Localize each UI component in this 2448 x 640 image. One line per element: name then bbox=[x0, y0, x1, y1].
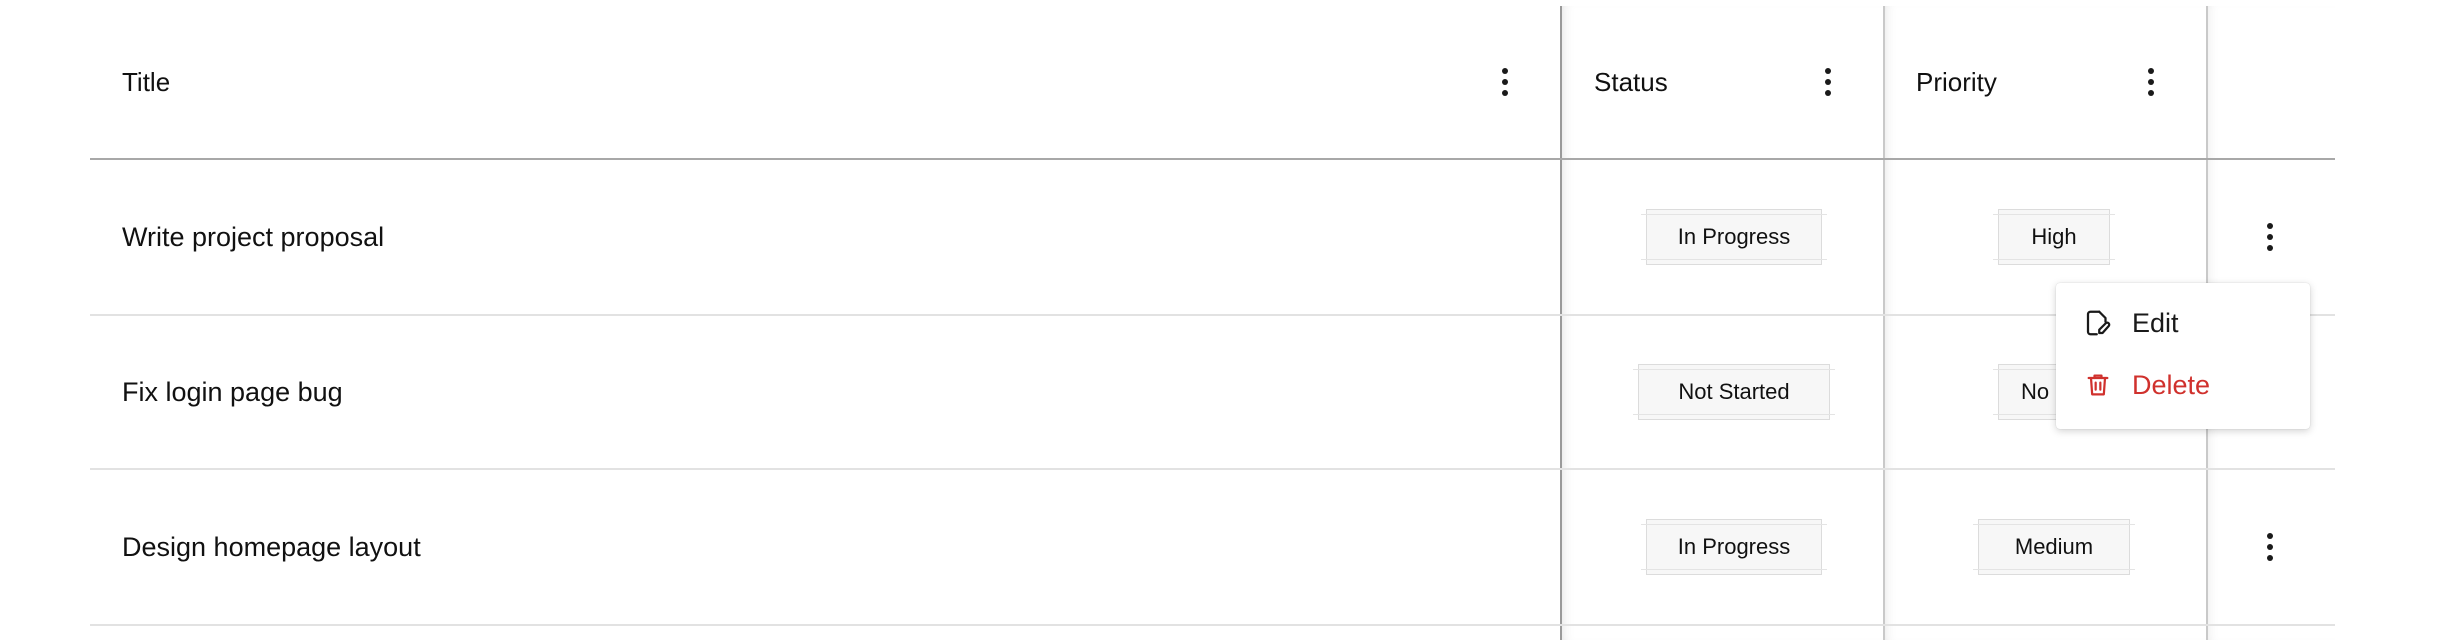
column-header-status[interactable]: Status bbox=[1594, 6, 1668, 158]
edit-note-icon bbox=[2082, 307, 2114, 339]
column-header-priority[interactable]: Priority bbox=[1916, 6, 1997, 158]
row-actions-menu: Edit Delete bbox=[2056, 283, 2310, 429]
edit-menu-label: Edit bbox=[2132, 307, 2179, 338]
priority-column-menu-icon[interactable] bbox=[2131, 62, 2171, 102]
header-row: Title Status Priority bbox=[90, 6, 2335, 158]
column-header-priority-label: Priority bbox=[1916, 66, 1997, 97]
row-actions-menu-icon[interactable] bbox=[2250, 527, 2290, 567]
title-column-menu-icon[interactable] bbox=[1485, 62, 1525, 102]
status-chip: Not Started bbox=[1633, 364, 1835, 420]
priority-chip: Medium bbox=[1973, 519, 2135, 575]
status-chip: In Progress bbox=[1641, 209, 1827, 265]
column-header-title[interactable]: Title bbox=[122, 6, 170, 158]
delete-menu-label: Delete bbox=[2132, 369, 2211, 400]
data-table: Title Status Priority Write project prop… bbox=[90, 0, 2335, 640]
row-title: Write project proposal bbox=[122, 221, 385, 252]
row-title: Design homepage layout bbox=[122, 531, 421, 562]
priority-chip: High bbox=[1993, 209, 2115, 265]
row-actions-menu-icon[interactable] bbox=[2250, 217, 2290, 257]
status-chip: In Progress bbox=[1641, 519, 1827, 575]
row-divider bbox=[90, 624, 2335, 626]
delete-menu-item[interactable]: Delete bbox=[2056, 355, 2310, 415]
status-column-menu-icon[interactable] bbox=[1808, 62, 1848, 102]
row-title: Fix login page bug bbox=[122, 376, 343, 407]
edit-menu-item[interactable]: Edit bbox=[2056, 293, 2310, 353]
column-header-status-label: Status bbox=[1594, 66, 1668, 97]
column-header-title-label: Title bbox=[122, 66, 171, 97]
trash-icon bbox=[2082, 369, 2114, 401]
